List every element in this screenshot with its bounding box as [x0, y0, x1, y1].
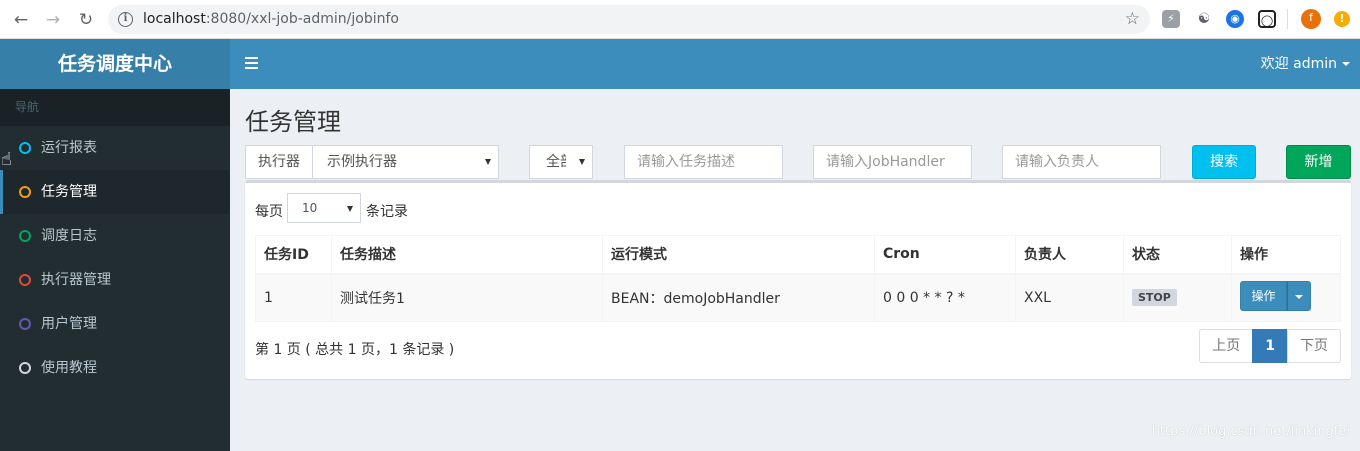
bookmark-star-icon[interactable]: ☆ [1125, 9, 1140, 29]
back-icon[interactable]: ← [10, 9, 32, 31]
address-bar[interactable]: i localhost:8080/xxl-job-admin/jobinfo ☆ [108, 5, 1150, 34]
extension-copy-icon[interactable]: ◯ [1258, 10, 1276, 28]
sidebar-item-executor[interactable]: 执行器管理 [0, 258, 230, 302]
circle-icon [19, 230, 31, 242]
app-logo[interactable]: 任务调度中心 [0, 39, 230, 89]
search-button[interactable]: 搜索 [1192, 145, 1256, 179]
length-prefix: 每页 [255, 204, 283, 220]
cell-desc: 测试任务1 [331, 273, 603, 322]
sidebar-item-user[interactable]: 用户管理 [0, 302, 230, 346]
dropdown-arrow-icon [485, 159, 491, 165]
next-page-button[interactable]: 下页 [1287, 329, 1341, 363]
status-select[interactable]: 全部 [529, 145, 593, 179]
executor-label: 执行器 [245, 145, 313, 179]
forward-icon[interactable]: → [42, 9, 64, 31]
extension-bike-icon[interactable]: ☯ [1195, 10, 1213, 28]
executor-select-value: 示例执行器 [327, 154, 397, 170]
job-handler-input[interactable] [813, 145, 972, 179]
add-job-button[interactable]: 新增 [1286, 145, 1351, 179]
column-header: 操作 [1231, 235, 1341, 275]
watermark: https://blog.csdn.net/linkingfei [1151, 424, 1350, 439]
sidebar-item-label: 使用教程 [41, 360, 97, 376]
cell-status: STOP [1123, 273, 1232, 322]
user-menu[interactable]: 欢迎 admin [1261, 39, 1350, 89]
sidebar-item-log[interactable]: 调度日志 [0, 214, 230, 258]
page-length-select[interactable]: 10 [287, 193, 361, 223]
table-header-row: 任务ID 任务描述 运行模式 Cron 负责人 状态 操作 [255, 235, 1341, 275]
menu-toggle-icon[interactable] [245, 57, 258, 69]
extension-shield-icon[interactable]: ◉ [1226, 10, 1244, 28]
circle-icon [19, 142, 31, 154]
column-header[interactable]: 任务描述 [331, 235, 603, 275]
status-badge: STOP [1132, 289, 1177, 307]
action-dropdown-toggle[interactable] [1287, 280, 1311, 311]
job-table: 任务ID 任务描述 运行模式 Cron 负责人 状态 操作 1 测试任务1 BE… [255, 235, 1341, 322]
column-header[interactable]: 状态 [1123, 235, 1232, 275]
job-desc-input[interactable] [624, 145, 783, 179]
sidebar-item-label: 用户管理 [41, 316, 97, 332]
cell-author: XXL [1015, 273, 1124, 322]
circle-icon [19, 318, 31, 330]
table-row: 1 测试任务1 BEAN：demoJobHandler 0 0 0 * * ? … [255, 273, 1341, 322]
cell-mode: BEAN：demoJobHandler [602, 273, 875, 322]
sidebar-item-label: 执行器管理 [41, 272, 111, 288]
sidebar-item-label: 调度日志 [41, 228, 97, 244]
extension-icon[interactable]: ⚡ [1162, 10, 1180, 28]
sidebar-item-report[interactable]: ☝ 运行报表 [0, 126, 230, 170]
user-menu-label: 欢迎 admin [1260, 56, 1337, 72]
toolbar-divider [1287, 9, 1288, 29]
status-select-value: 全部 [546, 154, 566, 170]
update-alert-icon[interactable]: ! [1334, 11, 1350, 27]
info-icon[interactable]: i [118, 12, 133, 27]
circle-icon [19, 274, 31, 286]
url-text[interactable]: localhost:8080/xxl-job-admin/jobinfo [143, 11, 399, 27]
pagination: 上页 1 下页 [1199, 329, 1341, 363]
nav-header: 导航 [0, 89, 230, 126]
cell-id: 1 [255, 273, 332, 322]
profile-avatar[interactable]: f [1301, 9, 1321, 29]
caret-down-icon [1342, 62, 1350, 66]
column-header[interactable]: 负责人 [1015, 235, 1124, 275]
length-suffix: 条记录 [366, 204, 408, 220]
sidebar-item-label: 任务管理 [41, 184, 97, 200]
browser-toolbar: ← → ↻ i localhost:8080/xxl-job-admin/job… [0, 0, 1360, 39]
author-input[interactable] [1002, 145, 1161, 179]
page-length-value: 10 [302, 201, 318, 215]
top-navbar: 欢迎 admin [230, 39, 1360, 89]
reload-icon[interactable]: ↻ [75, 9, 97, 31]
sidebar-item-help[interactable]: 使用教程 [0, 346, 230, 390]
action-button-group: 操作 [1240, 280, 1311, 311]
table-info: 第 1 页 ( 总共 1 页，1 条记录 ) [255, 342, 455, 358]
sidebar: 任务调度中心 导航 ☝ 运行报表 任务管理 调度日志 执行器管理 用户管理 使用… [0, 39, 230, 451]
sidebar-item-job[interactable]: 任务管理 [0, 170, 230, 214]
dropdown-arrow-icon [579, 159, 585, 165]
dropdown-arrow-icon [347, 206, 353, 212]
page-number-button[interactable]: 1 [1252, 329, 1288, 363]
sidebar-item-label: 运行报表 [41, 140, 97, 156]
prev-page-button[interactable]: 上页 [1199, 329, 1254, 363]
cell-cron: 0 0 0 * * ? * [874, 273, 1016, 322]
executor-select[interactable]: 示例执行器 [312, 145, 499, 179]
circle-icon [19, 362, 31, 374]
job-table-box: 每页 10 条记录 任务ID 任务描述 运行模式 Cron 负责人 状态 操作 … [245, 180, 1351, 379]
page-title: 任务管理 [245, 108, 341, 136]
circle-icon [19, 186, 31, 198]
caret-down-icon [1295, 294, 1303, 299]
column-header[interactable]: 任务ID [255, 235, 332, 275]
cell-action: 操作 [1231, 273, 1341, 322]
action-button[interactable]: 操作 [1240, 280, 1287, 311]
column-header[interactable]: 运行模式 [602, 235, 875, 275]
column-header[interactable]: Cron [874, 235, 1016, 275]
